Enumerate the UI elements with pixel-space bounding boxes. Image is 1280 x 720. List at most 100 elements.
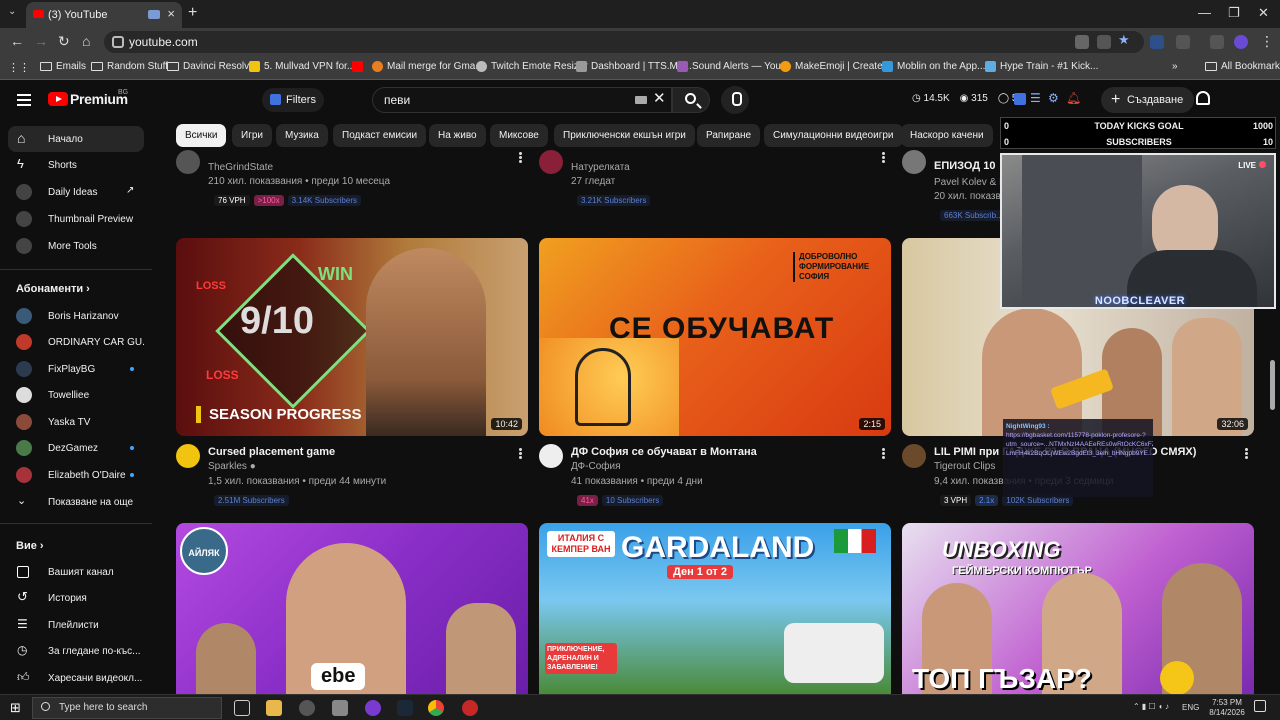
sidebar-sub-item[interactable]: Elizabeth O'Daire bbox=[8, 462, 144, 488]
profile-icon[interactable] bbox=[1234, 35, 1248, 49]
bookmark-youtube[interactable] bbox=[352, 61, 363, 72]
menu-icon[interactable]: ⋮ bbox=[1260, 33, 1274, 50]
sidebar-item-thumbnail[interactable]: Thumbnail Preview bbox=[8, 206, 144, 232]
sidebar-sub-item[interactable]: DezGamez bbox=[8, 435, 144, 461]
media-icon[interactable] bbox=[1210, 35, 1224, 49]
task-view-icon[interactable] bbox=[234, 700, 250, 716]
sidebar-item-history[interactable]: ↺ История bbox=[8, 585, 144, 611]
channel-name[interactable]: Tigerout Clips bbox=[934, 461, 995, 472]
notification-center-icon[interactable] bbox=[1254, 700, 1266, 712]
sidebar-item-home[interactable]: ⌂ Начало bbox=[8, 126, 144, 152]
clear-search-icon[interactable]: ✕ bbox=[653, 87, 666, 111]
steam-icon[interactable] bbox=[397, 700, 413, 716]
tab-youtube[interactable]: (3) YouTube × bbox=[26, 2, 182, 28]
video-title[interactable]: ДФ София се обучават в Монтана bbox=[571, 446, 757, 458]
chip[interactable]: Музика bbox=[276, 124, 328, 147]
video-thumbnail[interactable]: СЕ ОБУЧАВАТ ДОБРОВОЛНО ФОРМИРОВАНИЕ СОФИ… bbox=[539, 238, 891, 436]
minimize-icon[interactable]: — bbox=[1198, 5, 1211, 20]
omnibox[interactable]: youtube.com bbox=[104, 31, 1144, 53]
home-icon[interactable]: ⌂ bbox=[82, 33, 90, 49]
settings-icon[interactable]: ⚙ bbox=[1048, 91, 1059, 105]
channel-name[interactable]: ДФ-София bbox=[571, 461, 621, 472]
tray-icons[interactable]: ⌃ ▮ ☐ ◖ ♪ bbox=[1133, 702, 1169, 712]
site-info-icon[interactable] bbox=[112, 36, 124, 48]
avatar[interactable] bbox=[176, 150, 200, 174]
search-button[interactable] bbox=[672, 87, 710, 113]
translate-icon[interactable] bbox=[1075, 35, 1089, 49]
video-title[interactable]: Cursed placement game bbox=[208, 446, 335, 458]
apps-grid-icon[interactable]: ⋮⋮ bbox=[8, 61, 30, 74]
bookmark-emails[interactable]: Emails bbox=[40, 61, 86, 72]
bookmark-random[interactable]: Random Stuff bbox=[91, 61, 168, 72]
bookmark-mullvad[interactable]: 5. Mullvad VPN for... bbox=[249, 61, 355, 72]
forward-icon[interactable]: → bbox=[34, 33, 48, 49]
create-button[interactable]: Създаване bbox=[1101, 87, 1195, 113]
more-options-icon[interactable] bbox=[882, 152, 885, 155]
bookmark-moblin[interactable]: Moblin on the App... bbox=[882, 61, 985, 72]
sidebar-sub-item[interactable]: FixPlayBG bbox=[8, 356, 144, 382]
chip-all[interactable]: Всички bbox=[176, 124, 227, 147]
install-icon[interactable] bbox=[1097, 35, 1111, 49]
chip[interactable]: Миксове bbox=[490, 124, 548, 147]
sidebar-sub-item[interactable]: Towelliee bbox=[8, 382, 144, 408]
all-bookmarks[interactable]: All Bookmarks bbox=[1205, 61, 1280, 72]
chip[interactable]: Рапиране bbox=[697, 124, 761, 147]
video-thumbnail[interactable]: UNBOXING ГЕЙМЪРСКИ КОМПЮТЪР ТОП ГЪЗАР? bbox=[902, 523, 1254, 694]
avatar[interactable] bbox=[539, 444, 563, 468]
filters-button[interactable]: Filters bbox=[262, 88, 324, 112]
extensions-puzzle-icon[interactable] bbox=[1176, 35, 1190, 49]
chip[interactable]: Наскоро качени bbox=[901, 124, 993, 147]
obs-icon[interactable] bbox=[462, 700, 478, 716]
back-icon[interactable]: ← bbox=[10, 33, 24, 49]
chip[interactable]: Подкаст емисии bbox=[333, 124, 427, 147]
channel-name[interactable]: Sparkles ● bbox=[208, 461, 256, 472]
close-window-icon[interactable]: ✕ bbox=[1258, 5, 1269, 21]
avatar[interactable] bbox=[902, 444, 926, 468]
youtube-logo-icon[interactable] bbox=[48, 92, 68, 106]
more-options-icon[interactable] bbox=[519, 152, 522, 155]
more-options-icon[interactable] bbox=[882, 448, 885, 451]
more-options-icon[interactable] bbox=[519, 448, 522, 451]
restore-icon[interactable]: ❐ bbox=[1228, 5, 1240, 21]
bookmark-makeemoji[interactable]: MakeEmoji | Create... bbox=[780, 61, 891, 72]
more-options-icon[interactable] bbox=[1245, 448, 1248, 451]
tab-audio-icon[interactable] bbox=[148, 10, 160, 19]
chrome-icon[interactable] bbox=[428, 700, 444, 716]
channel-name[interactable]: Натурелката bbox=[571, 162, 630, 173]
avatar[interactable] bbox=[902, 150, 926, 174]
video-thumbnail[interactable]: АЙЛЯК ebe bbox=[176, 523, 528, 694]
sidebar-sub-item[interactable]: Yaska TV bbox=[8, 409, 144, 435]
bookmark-tts[interactable]: Dashboard | TTS.Mo... bbox=[576, 61, 692, 72]
windows-start-icon[interactable]: ⊞ bbox=[10, 700, 21, 716]
file-explorer-icon[interactable] bbox=[266, 700, 282, 716]
hamburger-menu-icon[interactable] bbox=[17, 94, 31, 96]
sidebar-item-shorts[interactable]: ϟ Shorts bbox=[8, 152, 144, 178]
sidebar-item-channel[interactable]: Вашият канал bbox=[8, 559, 144, 585]
chip[interactable]: Симулационни видеоигри bbox=[764, 124, 903, 147]
you-heading[interactable]: Вие › bbox=[16, 540, 44, 552]
video-title[interactable]: ЕПИЗОД 10 bbox=[934, 160, 995, 172]
bookmark-sound[interactable]: Sound Alerts — You... bbox=[677, 61, 789, 72]
chip[interactable]: Приключенски екшън игри bbox=[554, 124, 695, 147]
sidebar-item-daily-ideas[interactable]: Daily Ideas ↗ bbox=[8, 179, 144, 205]
sidebar-item-tools[interactable]: More Tools bbox=[8, 233, 144, 259]
keyboard-icon[interactable] bbox=[635, 96, 647, 104]
app-icon[interactable] bbox=[365, 700, 381, 716]
sidebar-sub-item[interactable]: ORDINARY CAR GU... bbox=[8, 329, 144, 355]
new-tab-button[interactable]: + bbox=[188, 4, 197, 22]
more-bookmarks-icon[interactable]: » bbox=[1172, 61, 1178, 72]
search-input[interactable]: певи ✕ bbox=[372, 87, 672, 113]
sidebar-sub-item[interactable]: Boris Harizanov bbox=[8, 303, 144, 329]
bookmark-davinci[interactable]: Davinci Resolve bbox=[167, 61, 255, 72]
tab-close-icon[interactable]: × bbox=[167, 6, 175, 21]
scrollbar-thumb[interactable] bbox=[1270, 360, 1275, 410]
clock[interactable]: 7:53 PM 8/14/2026 bbox=[1204, 698, 1250, 718]
reload-icon[interactable]: ↻ bbox=[58, 33, 70, 50]
app-icon[interactable] bbox=[332, 700, 348, 716]
list-icon[interactable]: ☰ bbox=[1030, 91, 1041, 105]
bookmark-hype[interactable]: Hype Train - #1 Kick... bbox=[985, 61, 1098, 72]
video-thumbnail[interactable]: ИТАЛИЯ С КЕМПЕР ВАН GARDALAND Ден 1 от 2… bbox=[539, 523, 891, 694]
subscriptions-heading[interactable]: Абонаменти › bbox=[16, 283, 90, 295]
sidebar-item-watch-later[interactable]: ◷ За гледане по-къс... bbox=[8, 638, 144, 664]
avatar[interactable] bbox=[176, 444, 200, 468]
